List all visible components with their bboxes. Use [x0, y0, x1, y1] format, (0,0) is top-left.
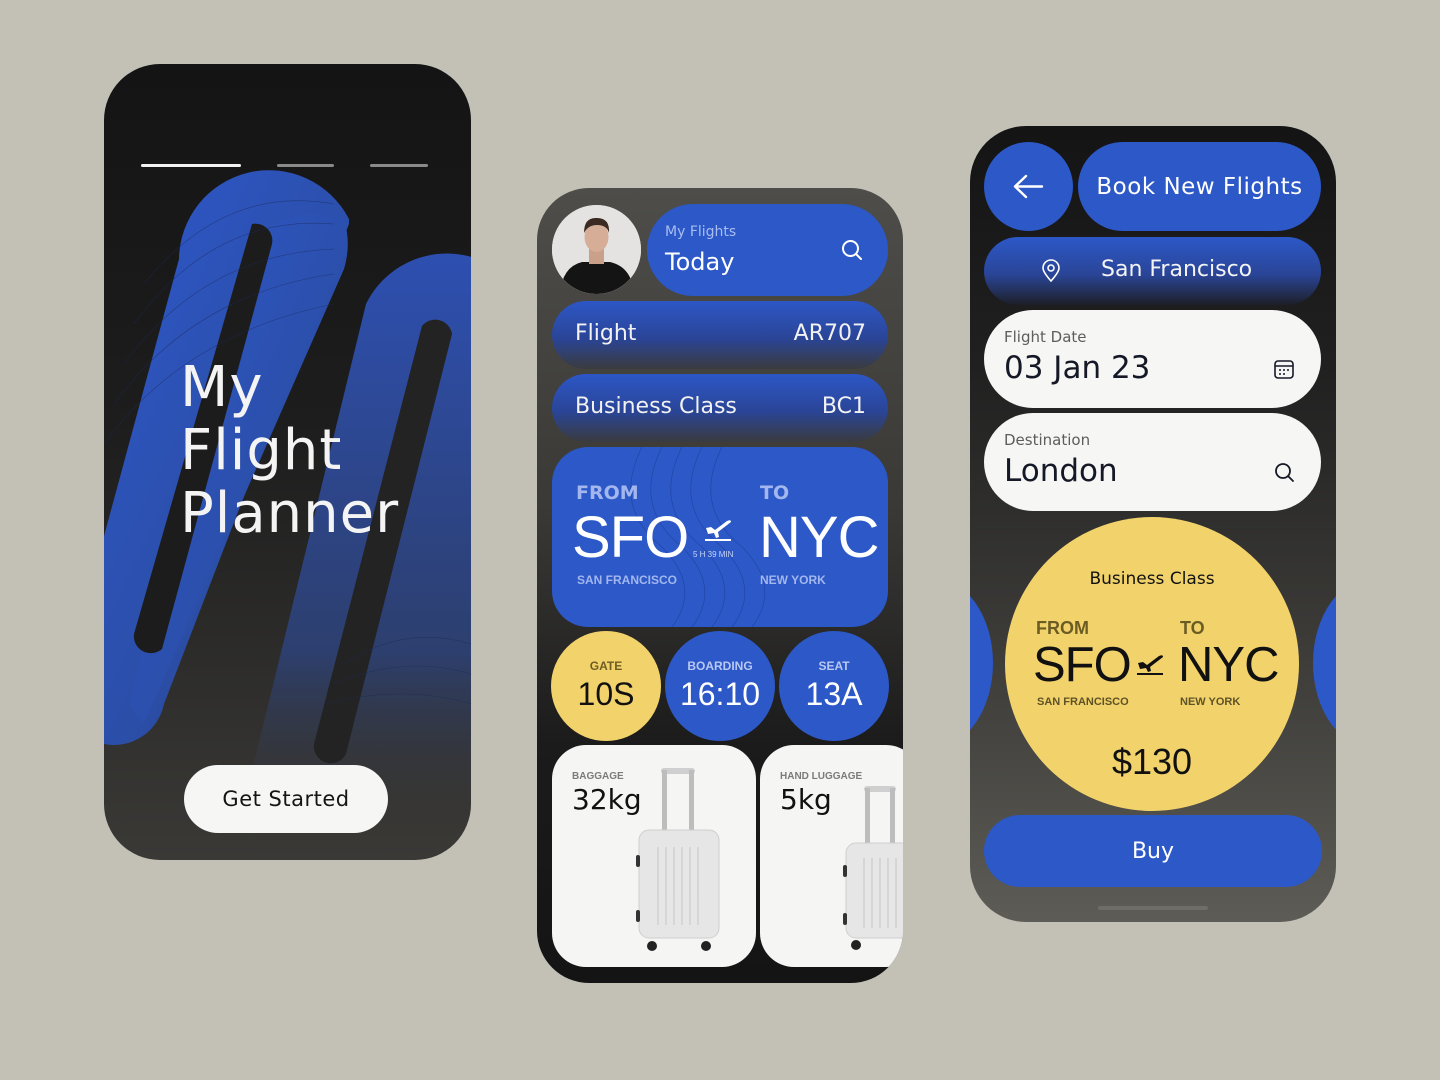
boarding-badge: BOARDING 16:10: [665, 631, 775, 741]
get-started-button[interactable]: Get Started: [184, 765, 388, 833]
search-icon[interactable]: [840, 238, 864, 262]
gate-label: GATE: [589, 659, 623, 673]
flight-date-field[interactable]: Flight Date 03 Jan 23: [984, 310, 1321, 408]
back-button[interactable]: [984, 142, 1073, 231]
arrow-left-icon: [1013, 174, 1044, 199]
my-flights-screen: My Flights Today Flight AR707 Business C…: [537, 188, 903, 983]
fare-from-label: FROM: [1036, 618, 1089, 638]
next-fare-card[interactable]: [1313, 578, 1336, 748]
gate-value: 10S: [577, 676, 635, 712]
origin-field[interactable]: San Francisco: [984, 237, 1321, 305]
app-title-line-1: My: [180, 355, 264, 420]
destination-label: Destination: [1004, 431, 1091, 449]
user-avatar[interactable]: [552, 205, 641, 294]
fare-class: Business Class: [1089, 569, 1215, 589]
hand-luggage-label: HAND LUGGAGE: [780, 771, 863, 782]
my-flights-header: My Flights Today: [647, 204, 888, 296]
progress-step-3[interactable]: [370, 164, 428, 167]
booking-screen: Book New Flights San Francisco Flight Da…: [970, 126, 1336, 922]
fare-card[interactable]: Business Class FROM SFO SAN FRANCISCO TO…: [1005, 517, 1299, 811]
fare-from-city: SAN FRANCISCO: [1037, 696, 1129, 708]
flight-number: AR707: [793, 321, 866, 346]
from-city: SAN FRANCISCO: [577, 573, 678, 587]
baggage-label: BAGGAGE: [572, 771, 624, 782]
seat-label: SEAT: [818, 659, 850, 673]
boarding-label: BOARDING: [687, 659, 753, 673]
fare-to-label: TO: [1180, 618, 1205, 638]
class-row[interactable]: Business Class BC1: [552, 374, 888, 442]
baggage-weight: 32kg: [572, 783, 642, 816]
page-title: Book New Flights: [1078, 142, 1321, 231]
previous-fare-card[interactable]: [970, 578, 993, 748]
fare-from-code: SFO: [1033, 638, 1132, 692]
avatar-image: [552, 205, 641, 294]
route-card[interactable]: FROM SFO SAN FRANCISCO 5 H 39 MIN TO NYC…: [552, 447, 888, 627]
hand-luggage-card[interactable]: HAND LUGGAGE 5kg: [760, 745, 903, 967]
header-title: Today: [665, 248, 735, 276]
progress-step-2[interactable]: [277, 164, 334, 167]
buy-button[interactable]: Buy: [984, 815, 1322, 887]
hand-luggage-weight: 5kg: [780, 783, 832, 816]
home-indicator[interactable]: [1098, 906, 1208, 910]
class-code: BC1: [821, 394, 866, 419]
from-label: FROM: [576, 482, 639, 504]
search-icon[interactable]: [1273, 461, 1295, 483]
suitcase-icon: [636, 768, 720, 951]
fare-to-city: NEW YORK: [1180, 696, 1241, 708]
seat-value: 13A: [805, 676, 863, 712]
flight-number-row[interactable]: Flight AR707: [552, 301, 888, 369]
seat-badge: SEAT 13A: [779, 631, 889, 741]
app-title-line-2: Flight: [180, 418, 343, 483]
class-label: Business Class: [575, 394, 737, 419]
progress-step-1[interactable]: [141, 164, 241, 167]
location-pin-icon: [1042, 259, 1060, 283]
app-title-line-3: Planner: [180, 481, 400, 546]
plane-takeoff-icon: [705, 520, 731, 541]
suitcase-icon: [843, 786, 903, 950]
flight-date-value: 03 Jan 23: [1004, 350, 1151, 386]
flight-label: Flight: [575, 321, 637, 346]
boarding-value: 16:10: [679, 676, 761, 712]
onboarding-screen: My Flight Planner Get Started: [104, 64, 471, 860]
from-code: SFO: [572, 505, 689, 570]
gate-badge: GATE 10S: [551, 631, 661, 741]
to-city: NEW YORK: [760, 573, 826, 587]
fare-price: $130: [1111, 741, 1193, 782]
flight-duration: 5 H 39 MIN: [693, 550, 734, 559]
origin-value: San Francisco: [1101, 257, 1253, 282]
calendar-icon[interactable]: [1273, 358, 1295, 380]
app-title: My Flight Planner: [180, 356, 399, 545]
destination-field[interactable]: Destination London: [984, 413, 1321, 511]
fare-to-code: NYC: [1178, 638, 1279, 692]
destination-value: London: [1004, 453, 1118, 489]
baggage-card[interactable]: BAGGAGE 32kg: [552, 745, 756, 967]
plane-takeoff-icon: [1137, 655, 1163, 675]
to-label: TO: [760, 482, 790, 504]
flight-date-label: Flight Date: [1004, 328, 1087, 346]
to-code: NYC: [759, 505, 879, 570]
header-subtitle: My Flights: [665, 224, 737, 240]
